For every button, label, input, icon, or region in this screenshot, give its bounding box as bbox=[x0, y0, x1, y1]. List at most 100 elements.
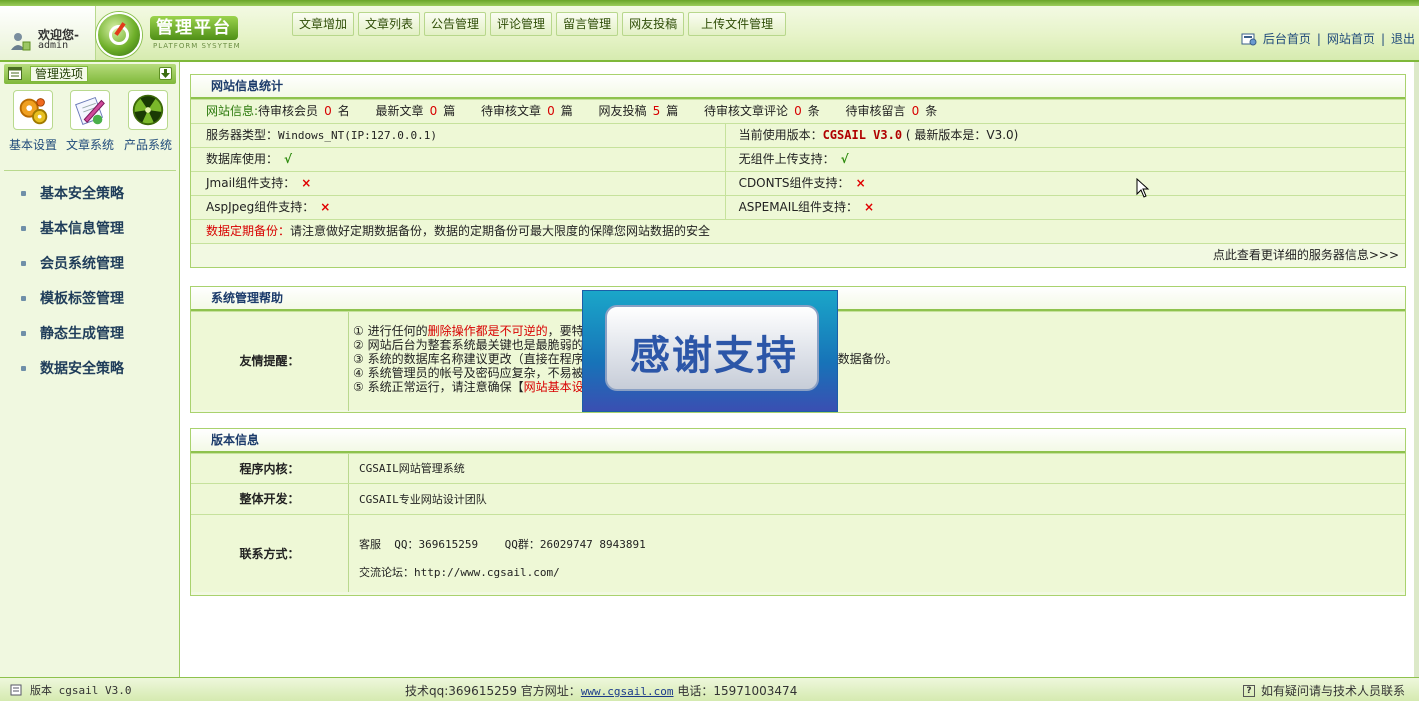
top-nav: 文章增加 文章列表 公告管理 评论管理 留言管理 网友投稿 上传文件管理 bbox=[292, 12, 790, 36]
thanks-ad-overlay[interactable]: 感谢支持 bbox=[582, 290, 838, 412]
sidebar-item-security-policy[interactable]: 基本安全策略 bbox=[0, 184, 180, 219]
stats-backup-row: 数据定期备份：请注意做好定期数据备份，数据的定期备份可最大限度的保障您网站数据的… bbox=[191, 219, 1405, 243]
submissions-label: 网友投稿 bbox=[598, 104, 647, 118]
sidebar-item-label: 静态生成管理 bbox=[40, 326, 124, 342]
latest-version-text: ( 最新版本是：V3.0) bbox=[905, 128, 1019, 142]
nav-upload-manage[interactable]: 上传文件管理 bbox=[688, 12, 787, 36]
site-home-link[interactable]: 网站首页 bbox=[1327, 30, 1375, 47]
stats-component-row: AspJpeg组件支持： × ASPEMAIL组件支持： × bbox=[191, 195, 1405, 219]
pending-comments-count: 0 bbox=[794, 104, 802, 118]
cdonts-label: CDONTS组件支持： bbox=[738, 176, 850, 190]
tip-text: ，要特 bbox=[547, 324, 584, 338]
admin-home-link[interactable]: 后台首页 bbox=[1263, 30, 1311, 47]
footer: 版本 cgsail V3.0 技术qq:369615259 官方网址：www.c… bbox=[0, 677, 1419, 701]
app-basic-settings[interactable]: 基本设置 bbox=[4, 90, 62, 153]
footer-phone: 电话：15971003474 bbox=[673, 684, 798, 698]
tip-text-red: 删除操作都是不可逆的 bbox=[427, 324, 548, 338]
footer-version: 版本 cgsail V3.0 bbox=[10, 682, 131, 698]
check-icon: √ bbox=[284, 152, 293, 166]
contact-qq: 客服 QQ：369615259 QQ群：26029747 8943891 bbox=[359, 538, 646, 551]
unit-text: 名 bbox=[337, 104, 350, 118]
gears-icon bbox=[13, 90, 53, 130]
contact-label: 联系方式： bbox=[191, 515, 349, 592]
admin-home-icon bbox=[1241, 33, 1257, 45]
sidebar-divider bbox=[4, 170, 176, 171]
scrollbar[interactable] bbox=[1414, 62, 1419, 677]
sidebar-item-label: 基本安全策略 bbox=[40, 186, 124, 202]
sidebar-item-data-security[interactable]: 数据安全策略 bbox=[0, 359, 180, 394]
aspemail-label: ASPEMAIL组件支持： bbox=[738, 200, 858, 214]
brand-title: 管理平台 bbox=[150, 16, 238, 40]
sidebar-item-member-system[interactable]: 会员系统管理 bbox=[0, 254, 180, 289]
edit-document-icon bbox=[70, 90, 110, 130]
pending-messages-label: 待审核留言 bbox=[845, 104, 906, 118]
tip-text: ① 进行任何的 bbox=[353, 324, 428, 338]
latest-articles-count: 0 bbox=[429, 104, 438, 118]
stats-mail-row: Jmail组件支持： × CDONTS组件支持： × bbox=[191, 171, 1405, 195]
nav-article-list[interactable]: 文章列表 bbox=[358, 12, 421, 36]
nav-message-manage[interactable]: 留言管理 bbox=[556, 12, 619, 36]
sidebar-header: 管理选项 bbox=[4, 64, 176, 84]
sidebar-toggle-button[interactable] bbox=[159, 67, 172, 80]
document-icon bbox=[10, 684, 22, 696]
dev-label: 整体开发： bbox=[191, 484, 349, 514]
info-label: 网站信息: bbox=[206, 104, 259, 118]
version-contact-row: 联系方式： 客服 QQ：369615259 QQ群：26029747 89438… bbox=[191, 514, 1405, 592]
latest-articles-label: 最新文章 bbox=[375, 104, 424, 118]
tip-text: 数据备份。 bbox=[837, 352, 898, 366]
nav-submissions[interactable]: 网友投稿 bbox=[622, 12, 685, 36]
sidebar-title: 管理选项 bbox=[30, 66, 89, 82]
dev-value: CGSAIL专业网站设计团队 bbox=[359, 493, 487, 506]
bullet-icon bbox=[21, 331, 26, 336]
welcome-username: admin bbox=[38, 40, 69, 51]
app-label: 基本设置 bbox=[8, 138, 57, 152]
version-panel: 版本信息 程序内核： CGSAIL网站管理系统 整体开发： CGSAIL专业网站… bbox=[190, 428, 1406, 596]
nav-article-add[interactable]: 文章增加 bbox=[292, 12, 355, 36]
app-product-system[interactable]: 产品系统 bbox=[119, 90, 177, 153]
sidebar-item-template-tags[interactable]: 模板标签管理 bbox=[0, 289, 180, 324]
link-separator: | bbox=[1316, 31, 1321, 46]
sidebar-item-basic-info[interactable]: 基本信息管理 bbox=[0, 219, 180, 254]
footer-version-text: 版本 cgsail V3.0 bbox=[30, 684, 132, 697]
footer-site-link[interactable]: www.cgsail.com bbox=[581, 685, 674, 698]
sidebar-item-label: 会员系统管理 bbox=[40, 256, 124, 272]
nocomp-upload-label: 无组件上传支持： bbox=[738, 152, 835, 166]
submissions-count: 5 bbox=[652, 104, 661, 118]
server-details-link[interactable]: 点此查看更详细的服务器信息>>> bbox=[191, 244, 1405, 267]
pending-members-count: 0 bbox=[324, 104, 332, 118]
ad-text: 感谢支持 bbox=[630, 333, 798, 379]
app-label: 产品系统 bbox=[123, 138, 172, 152]
brand-subtitle: PLATFORM SYSYTEM bbox=[153, 42, 241, 50]
nav-notice-manage[interactable]: 公告管理 bbox=[424, 12, 487, 36]
ad-badge: 感谢支持 bbox=[605, 305, 819, 391]
sidebar-menu: 基本安全策略 基本信息管理 会员系统管理 模板标签管理 静态生成管理 数据安全策… bbox=[0, 184, 180, 394]
sidebar-item-label: 模板标签管理 bbox=[40, 291, 124, 307]
link-separator: | bbox=[1380, 31, 1385, 46]
stats-summary-row: 网站信息:待审核会员 0 名 最新文章 0 篇 待审核文章 0 篇 网友投稿 5 篇 待审核文章… bbox=[191, 99, 1405, 123]
footer-tech-qq: 技术qq:369615259 官方网址： bbox=[405, 684, 581, 698]
version-core-row: 程序内核： CGSAIL网站管理系统 bbox=[191, 453, 1405, 483]
cross-icon: × bbox=[320, 200, 331, 214]
welcome-box: 欢迎您- admin bbox=[0, 6, 96, 60]
sidebar-item-static-gen[interactable]: 静态生成管理 bbox=[0, 324, 180, 359]
top-links: 后台首页 | 网站首页 | 退出 bbox=[1241, 30, 1415, 47]
footer-help-text: 如有疑问请与技术人员联系 bbox=[1260, 684, 1405, 698]
current-version-value: CGSAIL V3.0 bbox=[822, 128, 903, 142]
cross-icon: × bbox=[864, 200, 875, 214]
bullet-icon bbox=[21, 366, 26, 371]
version-dev-row: 整体开发： CGSAIL专业网站设计团队 bbox=[191, 483, 1405, 514]
footer-contact: 技术qq:369615259 官方网址：www.cgsail.com 电话：15… bbox=[405, 682, 797, 699]
sidebar-apps: 基本设置 文章系统 产品系统 bbox=[0, 90, 180, 160]
tip-text: ③ 系统的数据库名称建议更改（直接在程序 bbox=[353, 352, 584, 366]
sidebar-item-label: 基本信息管理 bbox=[40, 221, 124, 237]
pending-articles-label: 待审核文章 bbox=[481, 104, 542, 118]
logout-link[interactable]: 退出 bbox=[1391, 30, 1415, 47]
app-label: 文章系统 bbox=[65, 138, 114, 152]
header-topline bbox=[0, 0, 1419, 6]
unit-text: 篇 bbox=[560, 104, 573, 118]
calendar-icon bbox=[8, 67, 22, 80]
nav-comment-manage[interactable]: 评论管理 bbox=[490, 12, 553, 36]
bullet-icon bbox=[21, 226, 26, 231]
server-type-value: Windows_NT(IP:127.0.0.1) bbox=[278, 129, 437, 142]
app-article-system[interactable]: 文章系统 bbox=[61, 90, 119, 153]
